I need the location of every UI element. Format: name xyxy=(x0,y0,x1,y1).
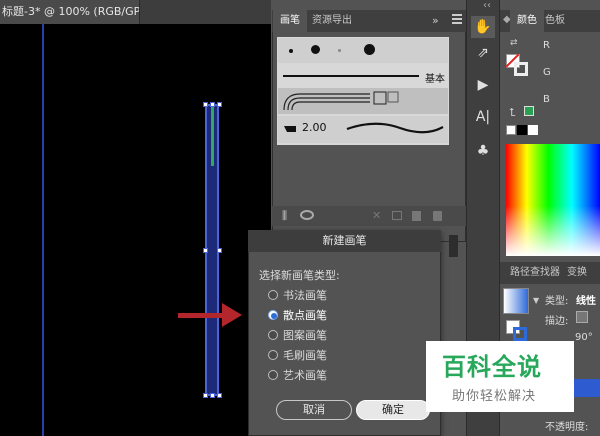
double-chevron-icon[interactable]: » xyxy=(432,14,439,27)
tab-pathfinder[interactable]: 路径查找器 xyxy=(503,262,567,284)
option-scatter-label[interactable]: 散点画笔 xyxy=(283,307,327,323)
brush-dot-soft[interactable] xyxy=(338,49,341,52)
out-of-gamut-icon[interactable]: ⮤ xyxy=(509,106,516,120)
color-spectrum[interactable] xyxy=(506,144,600,256)
selection-handle[interactable] xyxy=(217,393,222,398)
document-tab[interactable]: 标题-3* @ 100% (RGB/GPU 预览) xyxy=(0,0,140,24)
brush-options-icon[interactable] xyxy=(300,210,314,220)
paragraph-icon[interactable]: A| xyxy=(471,106,495,128)
menu-icon[interactable] xyxy=(452,14,462,26)
brush-dot-medium[interactable] xyxy=(311,45,320,54)
stroke-gradient-button[interactable] xyxy=(576,311,588,323)
selection-handle[interactable] xyxy=(210,102,215,107)
collapse-chevron-icon[interactable]: ‹‹ xyxy=(483,0,491,11)
artboard-edge xyxy=(42,24,44,436)
gradient-slider-stop[interactable] xyxy=(573,379,600,397)
selection-handle[interactable] xyxy=(210,393,215,398)
art-brush-preview xyxy=(345,121,445,138)
tab-strip xyxy=(140,0,271,24)
cancel-button[interactable]: 取消 xyxy=(276,400,352,420)
radio-bristle[interactable] xyxy=(268,350,278,360)
play-icon[interactable]: ▶ xyxy=(471,74,495,96)
symbols-icon[interactable]: ♣ xyxy=(471,140,495,162)
option-bristle-label[interactable]: 毛刷画笔 xyxy=(283,347,327,363)
brush-row-dots[interactable] xyxy=(278,38,448,63)
dialog-title: 新建画笔 xyxy=(248,230,441,252)
option-pattern-label[interactable]: 图案画笔 xyxy=(283,327,327,343)
stroke-swatch[interactable] xyxy=(514,62,528,76)
brush-row-pattern[interactable] xyxy=(278,88,448,114)
watermark-title: 百科全说 xyxy=(442,353,542,381)
none-swatch[interactable] xyxy=(506,125,516,135)
brush-scrollbar[interactable] xyxy=(449,235,458,257)
tab-transform[interactable]: 变换 xyxy=(560,262,594,284)
gamut-swatch[interactable] xyxy=(524,106,534,116)
trash-icon[interactable] xyxy=(433,211,442,221)
brush-basic-label: 基本 xyxy=(425,74,445,85)
channel-g-label: G xyxy=(543,67,551,78)
option-art-label[interactable]: 艺术画笔 xyxy=(283,367,327,383)
pattern-brush-preview xyxy=(283,91,399,111)
radio-art[interactable] xyxy=(268,370,278,380)
selection-handle[interactable] xyxy=(203,248,208,253)
brush-panel-toggle-icon[interactable]: ✋ xyxy=(471,16,495,38)
options-selected-icon[interactable] xyxy=(392,211,402,220)
selection-handle[interactable] xyxy=(203,102,208,107)
gradient-dropdown-icon[interactable]: ▼ xyxy=(533,296,539,305)
export-icon[interactable]: ⇗ xyxy=(471,42,495,64)
ok-button[interactable]: 确定 xyxy=(356,400,430,420)
annotation-arrow xyxy=(178,313,224,318)
option-calligraphic-label[interactable]: 书法画笔 xyxy=(283,287,327,303)
remove-stroke-icon[interactable]: ✕ xyxy=(372,209,381,222)
stroke-highlight xyxy=(211,106,214,166)
brush-library-icon[interactable]: ⫼ xyxy=(282,209,287,223)
selection-handle[interactable] xyxy=(217,102,222,107)
arrow-head-icon xyxy=(222,303,242,327)
selection-handle[interactable] xyxy=(217,248,222,253)
tab-asset-export[interactable]: 资源导出 xyxy=(305,10,359,32)
opacity-label: 不透明度: xyxy=(545,422,589,433)
swap-colors-icon[interactable]: ⇄ xyxy=(510,38,518,48)
artboard-canvas[interactable] xyxy=(0,24,271,436)
gradient-type-value[interactable]: 线性 xyxy=(576,292,596,307)
gradient-stroke-swatch[interactable] xyxy=(513,327,527,341)
radio-pattern[interactable] xyxy=(268,330,278,340)
selection-handle[interactable] xyxy=(203,393,208,398)
radio-scatter[interactable] xyxy=(268,310,278,320)
new-brush-icon[interactable] xyxy=(412,211,421,221)
channel-r-label: R xyxy=(543,40,550,51)
tab-brushes[interactable]: 画笔 xyxy=(273,10,307,32)
brush-basic-line[interactable] xyxy=(283,75,419,77)
watermark-logo: 百科全说 助你轻松解决 xyxy=(426,341,574,412)
black-swatch[interactable] xyxy=(517,125,527,135)
gradient-preview[interactable] xyxy=(503,288,529,314)
brush-dot-large[interactable] xyxy=(364,44,375,55)
radio-calligraphic[interactable] xyxy=(268,290,278,300)
gradient-stroke-label: 描边: xyxy=(545,316,569,327)
gradient-angle-value[interactable]: 90° xyxy=(575,332,593,343)
watermark-subtitle: 助你轻松解决 xyxy=(452,389,537,404)
white-swatch[interactable] xyxy=(528,125,538,135)
art-brush-size: 2.00 xyxy=(302,121,327,134)
channel-b-label: B xyxy=(543,94,550,105)
brush-dot-small[interactable] xyxy=(289,49,293,53)
tab-swatches[interactable]: 色板 xyxy=(538,10,572,32)
gradient-type-label: 类型: xyxy=(545,296,569,307)
dialog-prompt: 选择新画笔类型: xyxy=(259,269,340,282)
